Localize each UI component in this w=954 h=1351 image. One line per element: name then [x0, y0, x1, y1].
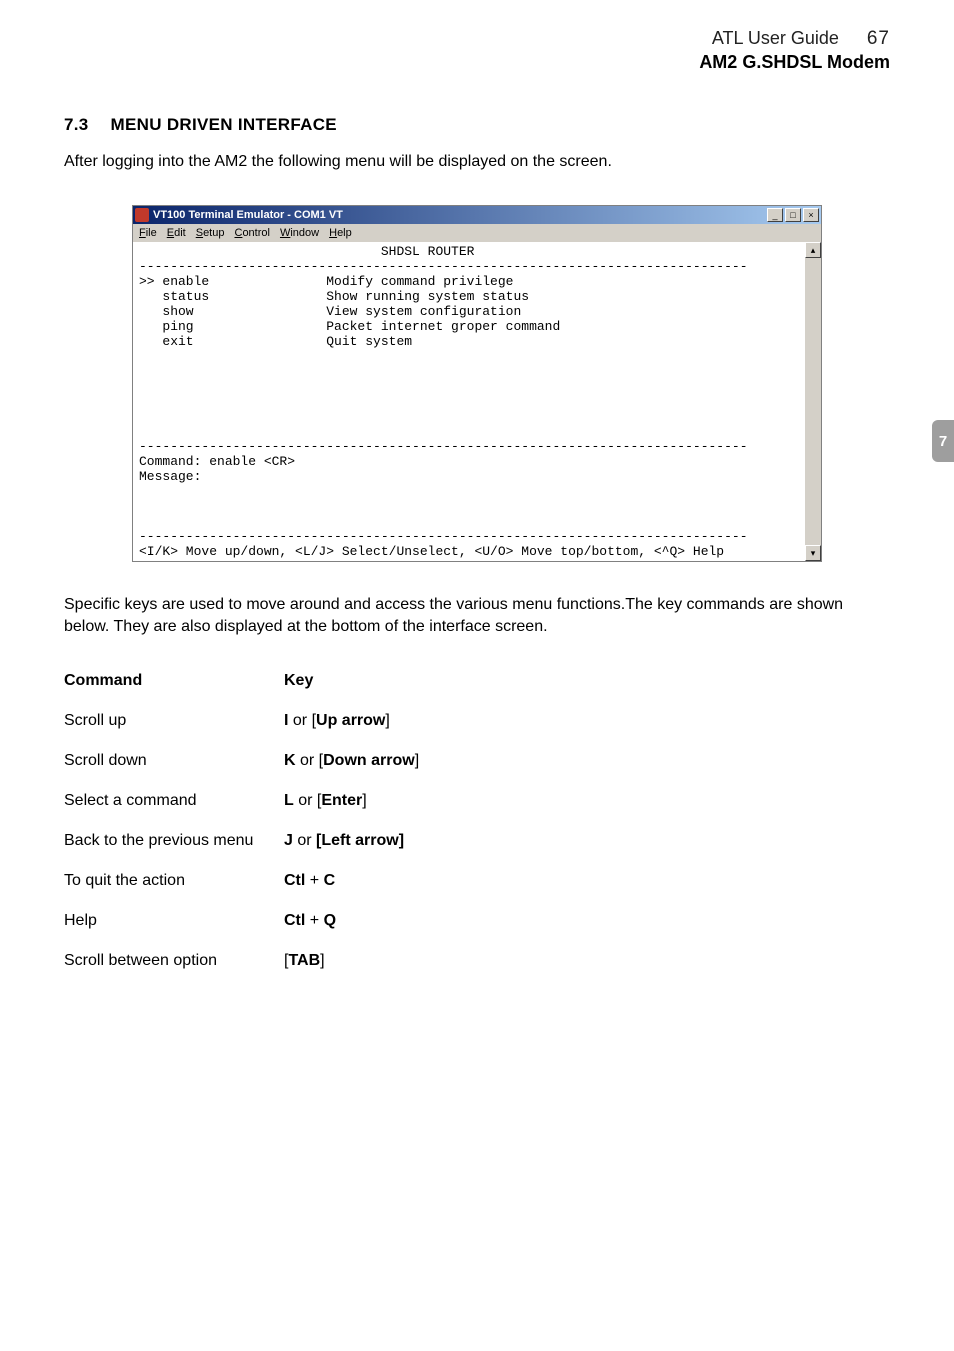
window-controls: _ □ ×	[767, 208, 819, 222]
command-key-table: Command Key Scroll upI or [Up arrow]Scro…	[64, 661, 890, 981]
scroll-down-icon[interactable]: ▾	[805, 545, 821, 561]
terminal-window: VT100 Terminal Emulator - COM1 VT _ □ × …	[132, 205, 822, 562]
after-screen-paragraph: Specific keys are used to move around an…	[64, 594, 890, 637]
guide-title: ATL User Guide	[712, 28, 839, 49]
key-cell: J or [Left arrow]	[284, 832, 890, 850]
key-cell: I or [Up arrow]	[284, 712, 890, 730]
table-row: HelpCtl + Q	[64, 901, 890, 941]
table-header-row: Command Key	[64, 661, 890, 701]
menu-setup[interactable]: Setup	[196, 228, 225, 239]
menu-window[interactable]: Window	[280, 228, 319, 239]
minimize-icon[interactable]: _	[767, 208, 783, 222]
scrollbar[interactable]: ▴ ▾	[805, 242, 821, 561]
table-row: Back to the previous menuJ or [Left arro…	[64, 821, 890, 861]
command-cell: Scroll down	[64, 752, 284, 770]
chapter-tab: 7	[932, 420, 954, 462]
command-cell: Scroll up	[64, 712, 284, 730]
section-title: MENU DRIVEN INTERFACE	[111, 115, 337, 135]
page-number: 67	[867, 28, 890, 50]
command-cell: Help	[64, 912, 284, 930]
table-row: Select a commandL or [Enter]	[64, 781, 890, 821]
menu-file[interactable]: File	[139, 228, 157, 239]
maximize-icon[interactable]: □	[785, 208, 801, 222]
section-number: 7.3	[64, 115, 89, 135]
table-row: Scroll downK or [Down arrow]	[64, 741, 890, 781]
key-cell: L or [Enter]	[284, 792, 890, 810]
table-row: To quit the actionCtl + C	[64, 861, 890, 901]
terminal-titlebar: VT100 Terminal Emulator - COM1 VT _ □ ×	[133, 206, 821, 224]
header-key: Key	[284, 672, 890, 690]
scroll-up-icon[interactable]: ▴	[805, 242, 821, 258]
key-cell: Ctl + C	[284, 872, 890, 890]
table-row: Scroll upI or [Up arrow]	[64, 701, 890, 741]
command-cell: Back to the previous menu	[64, 832, 284, 850]
app-icon	[135, 208, 149, 222]
header-command: Command	[64, 672, 284, 690]
command-cell: Scroll between option	[64, 952, 284, 970]
menu-help[interactable]: Help	[329, 228, 352, 239]
menu-control[interactable]: Control	[234, 228, 269, 239]
page-header: ATL User Guide 67	[64, 28, 890, 50]
terminal-menubar: File Edit Setup Control Window Help	[133, 224, 821, 242]
table-row: Scroll between option[TAB]	[64, 941, 890, 981]
close-icon[interactable]: ×	[803, 208, 819, 222]
key-cell: Ctl + Q	[284, 912, 890, 930]
key-cell: K or [Down arrow]	[284, 752, 890, 770]
command-cell: To quit the action	[64, 872, 284, 890]
terminal-title: VT100 Terminal Emulator - COM1 VT	[153, 210, 343, 221]
terminal-body: SHDSL ROUTER ---------------------------…	[133, 242, 805, 561]
section-heading: 7.3 MENU DRIVEN INTERFACE	[64, 115, 890, 135]
menu-edit[interactable]: Edit	[167, 228, 186, 239]
command-cell: Select a command	[64, 792, 284, 810]
key-cell: [TAB]	[284, 952, 890, 970]
product-name: AM2 G.SHDSL Modem	[64, 52, 890, 73]
intro-paragraph: After logging into the AM2 the following…	[64, 153, 890, 171]
